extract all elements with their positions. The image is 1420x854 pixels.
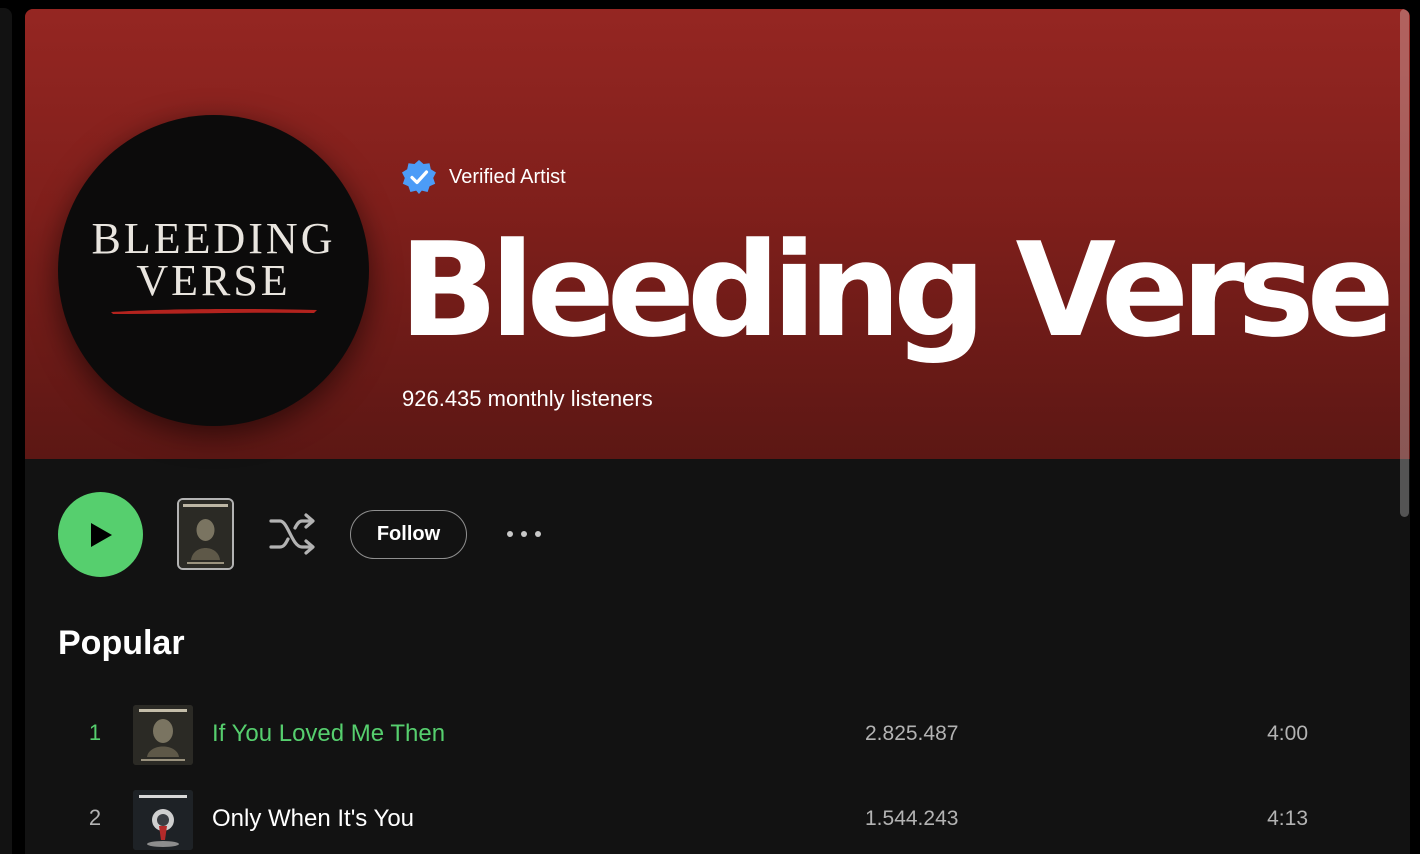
- album-cover-art: [133, 790, 193, 850]
- artist-logo-line-2: VERSE: [136, 255, 291, 305]
- artist-page: BLEEDING VERSE Verified Artist Bleeding …: [25, 9, 1410, 854]
- album-cover-art: [133, 705, 193, 765]
- popular-heading: Popular: [58, 624, 185, 662]
- artist-name: Bleeding Verse: [399, 214, 1395, 366]
- artist-avatar: BLEEDING VERSE: [58, 115, 369, 426]
- verified-artist-row: Verified Artist: [401, 159, 566, 195]
- shuffle-icon: [269, 513, 315, 555]
- artist-logo-line-1: BLEEDING: [91, 213, 336, 263]
- follow-button[interactable]: Follow: [350, 510, 467, 559]
- blood-stroke-icon: [110, 308, 317, 314]
- track-title[interactable]: Only When It's You: [212, 805, 414, 833]
- monthly-listeners: 926.435 monthly listeners: [402, 386, 653, 411]
- play-icon: [90, 522, 112, 547]
- track-play-count: 2.825.487: [865, 722, 959, 745]
- track-duration: 4:13: [1267, 807, 1308, 830]
- track-duration: 4:00: [1267, 722, 1308, 745]
- track-cover: [133, 705, 193, 765]
- more-options-icon: [535, 531, 541, 537]
- sidebar-edge: [0, 8, 12, 854]
- verified-artist-label: Verified Artist: [449, 165, 566, 188]
- more-options-icon: [507, 531, 513, 537]
- play-button[interactable]: [58, 492, 143, 577]
- track-row[interactable]: 2 Only When It's You 1.544.243 4:13: [25, 781, 1410, 854]
- more-options-button[interactable]: [502, 519, 546, 549]
- track-play-count: 1.544.243: [865, 807, 959, 830]
- track-number: 1: [88, 720, 102, 745]
- scrollbar[interactable]: [1400, 9, 1409, 517]
- action-bar: Follow: [25, 479, 1410, 599]
- track-title[interactable]: If You Loved Me Then: [212, 720, 445, 748]
- more-options-icon: [521, 531, 527, 537]
- track-number: 2: [88, 805, 102, 830]
- now-playing-cover[interactable]: [177, 498, 234, 570]
- shuffle-button[interactable]: [268, 513, 318, 555]
- track-row[interactable]: 1 If You Loved Me Then 2.825.487 4:00: [25, 696, 1410, 772]
- album-cover-art: [179, 500, 232, 568]
- track-cover: [133, 790, 193, 850]
- verified-badge-icon: [402, 160, 436, 194]
- artist-header: BLEEDING VERSE Verified Artist Bleeding …: [25, 9, 1410, 459]
